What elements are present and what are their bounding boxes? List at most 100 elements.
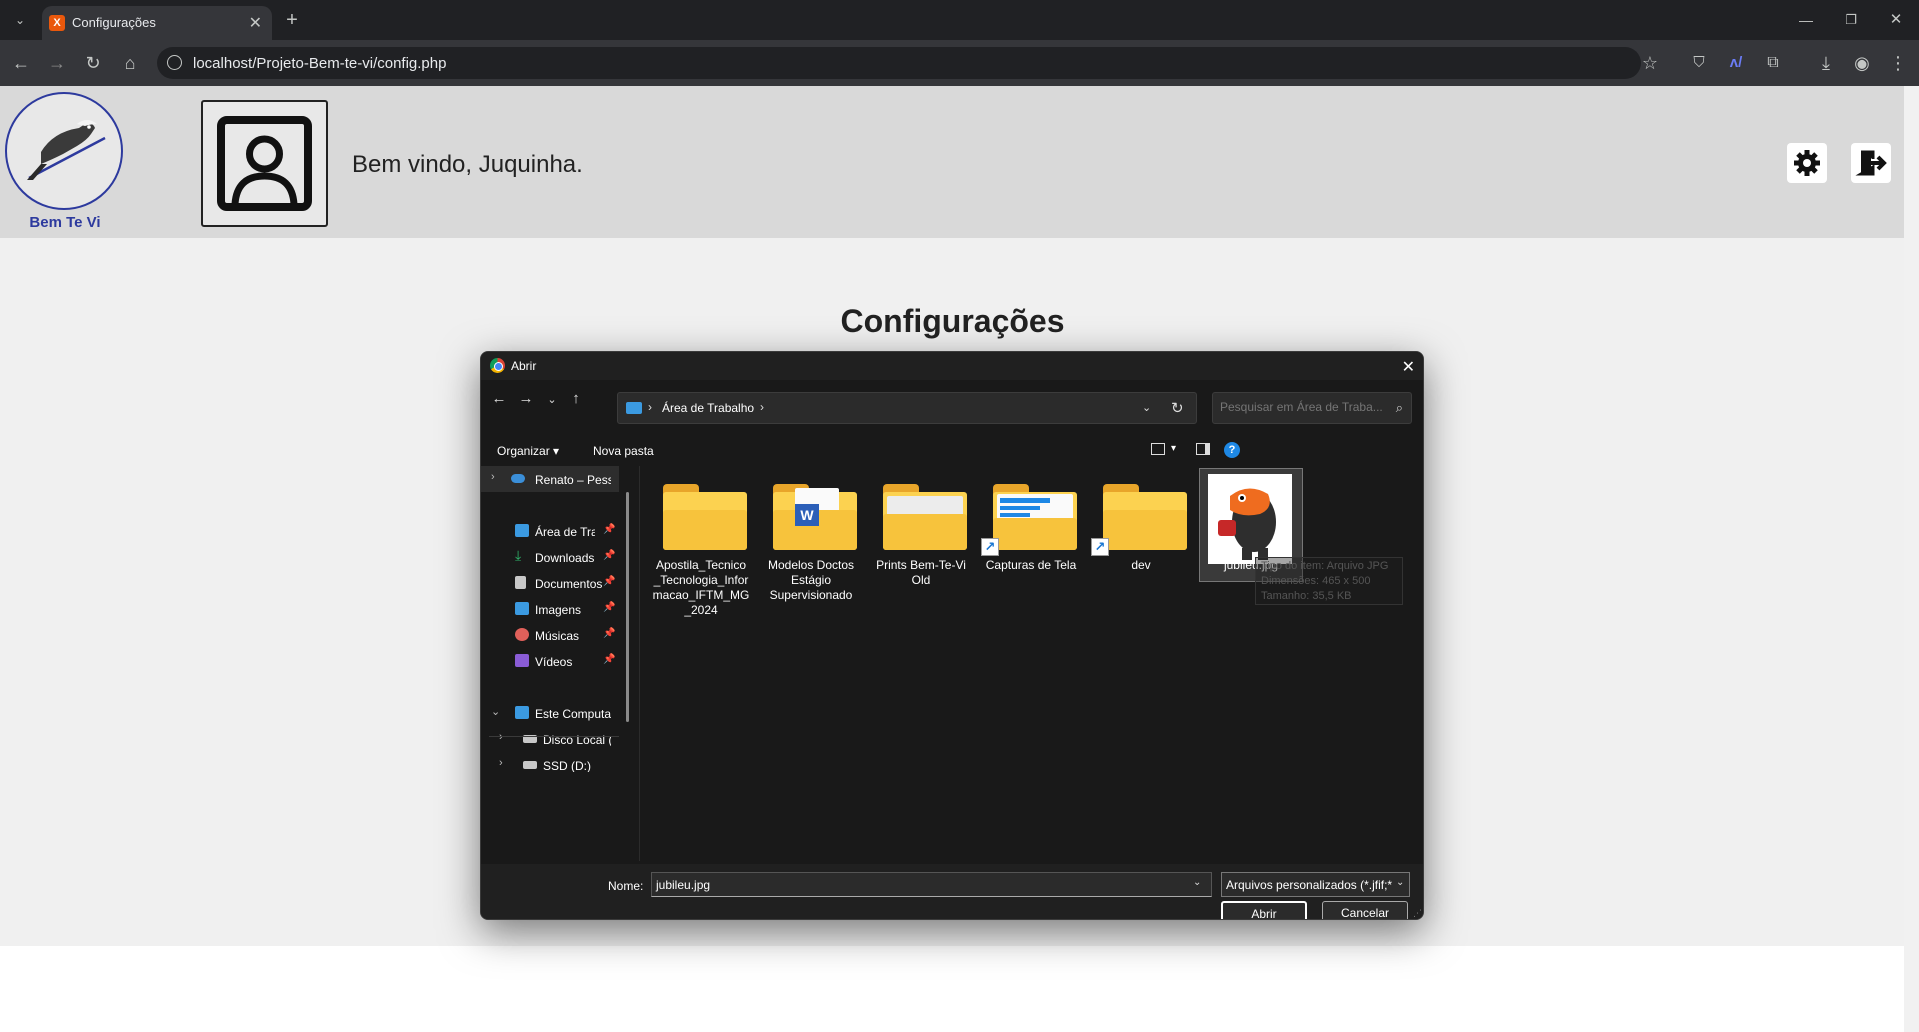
back-icon[interactable]: ← xyxy=(488,390,510,407)
file-name-line: macao_IFTM_MG xyxy=(652,588,750,602)
chevron-right-icon[interactable]: › xyxy=(499,731,503,743)
file-name-line: dev xyxy=(1131,558,1151,572)
resize-grip-icon[interactable]: ⋰ xyxy=(1413,908,1422,919)
chevron-down-icon[interactable]: ▾ xyxy=(1171,443,1176,454)
help-icon[interactable]: ? xyxy=(1224,442,1240,458)
back-icon[interactable]: ← xyxy=(9,51,33,75)
bem-te-vi-logo[interactable] xyxy=(5,92,123,210)
shortcut-arrow-icon: ↗ xyxy=(1091,538,1109,556)
nav-item-label: Imagens xyxy=(535,603,582,617)
nav-item-onedrive[interactable]: › Renato – Pessoal xyxy=(481,466,619,492)
file-item-capturas[interactable]: ↗ Capturas de Tela xyxy=(979,472,1083,612)
chevron-down-icon[interactable]: ⌄ xyxy=(1396,877,1404,888)
extensions-icon[interactable]: ⧉ xyxy=(1761,51,1785,75)
minimize-icon[interactable]: — xyxy=(1794,8,1818,32)
up-folder-icon[interactable]: ↑ xyxy=(565,390,587,407)
page-scrollbar[interactable] xyxy=(1904,86,1919,1032)
nav-item-label: SSD (D:) xyxy=(543,759,591,772)
desktop-icon xyxy=(515,524,529,537)
file-item-apostila[interactable]: Apostila_Tecnico _Tecnologia_Infor macao… xyxy=(649,472,753,617)
address-bar[interactable]: localhost/Projeto-Bem-te-vi/config.php xyxy=(157,47,1641,79)
close-icon[interactable]: ✕ xyxy=(249,13,262,33)
home-icon[interactable]: ⌂ xyxy=(118,51,142,75)
chevron-right-icon[interactable]: › xyxy=(499,757,503,769)
file-name-input[interactable]: jubileu.jpg xyxy=(651,872,1212,897)
tooltip-size: Tamanho: 35,5 KB xyxy=(1261,590,1352,602)
desktop-icon xyxy=(626,402,642,414)
page-title: Configurações xyxy=(840,303,1065,339)
nav-item-label: Downloads xyxy=(535,551,595,565)
cancel-button[interactable]: Cancelar xyxy=(1322,901,1408,919)
file-item-modelos[interactable]: W Modelos Doctos Estágio Supervisionado xyxy=(759,472,863,612)
forward-icon[interactable]: → xyxy=(45,51,69,75)
shield-extension-icon[interactable]: ⛉ xyxy=(1687,51,1711,75)
site-info-icon[interactable] xyxy=(167,55,182,70)
profile-picture[interactable] xyxy=(201,100,328,227)
file-item-prints[interactable]: Prints Bem-Te-Vi Old xyxy=(869,472,973,612)
pin-icon: 📌 xyxy=(603,654,616,665)
nav-item-music[interactable]: Músicas 📌 xyxy=(481,622,619,648)
file-name-line: Supervisionado xyxy=(769,588,853,602)
file-name-line: Old xyxy=(911,573,931,587)
new-tab-icon[interactable]: + xyxy=(280,8,304,32)
logout-button[interactable] xyxy=(1851,143,1891,183)
restore-icon[interactable]: ❐ xyxy=(1839,8,1863,32)
browser-tab[interactable]: X Configurações ✕ xyxy=(42,6,272,40)
nav-item-label: Músicas xyxy=(535,629,580,643)
chevron-down-icon[interactable]: ⌄ xyxy=(491,705,500,718)
nav-item-this-pc[interactable]: ⌄ Este Computador xyxy=(481,700,619,726)
breadcrumb-address-bar[interactable]: › Área de Trabalho › ⌄ ↻ xyxy=(617,392,1197,424)
dialog-footer: Nome: jubileu.jpg ⌄ Arquivos personaliza… xyxy=(481,864,1423,919)
bookmark-star-icon[interactable]: ☆ xyxy=(1638,51,1662,75)
file-name-line: _2024 xyxy=(684,603,718,617)
dialog-close-icon[interactable]: ✕ xyxy=(1402,357,1415,377)
nav-item-videos[interactable]: Vídeos 📌 xyxy=(481,648,619,674)
window-close-icon[interactable]: ✕ xyxy=(1884,8,1908,32)
menu-icon[interactable]: ⋮ xyxy=(1886,51,1910,75)
folder-icon xyxy=(993,484,1077,550)
nav-item-pictures[interactable]: Imagens 📌 xyxy=(481,596,619,622)
word-document-icon: W xyxy=(795,504,819,526)
tab-title: Configurações xyxy=(72,15,156,30)
chevron-down-icon[interactable]: ⌄ xyxy=(1193,877,1201,888)
nav-item-documents[interactable]: Documentos 📌 xyxy=(481,570,619,596)
nav-scrollbar[interactable] xyxy=(626,492,629,722)
pin-icon: 📌 xyxy=(603,550,616,561)
forward-icon[interactable]: → xyxy=(515,390,537,407)
tab-strip: ⌄ X Configurações ✕ + — ❐ ✕ xyxy=(0,0,1919,40)
search-box[interactable]: ⌕ xyxy=(1212,392,1412,424)
new-folder-button[interactable]: Nova pasta xyxy=(593,444,654,458)
chrome-logo-icon xyxy=(490,358,505,373)
file-name: Capturas de Tela xyxy=(981,558,1081,573)
profile-avatar-icon[interactable]: ◉ xyxy=(1850,51,1874,75)
open-button[interactable]: Abrir xyxy=(1221,901,1307,919)
file-name-line: Prints Bem-Te-Vi xyxy=(876,558,966,572)
refresh-icon[interactable]: ↻ xyxy=(1171,399,1184,417)
tooltip-type: Tipo do item: Arquivo JPG xyxy=(1261,560,1389,572)
view-options-icon[interactable] xyxy=(1151,443,1165,455)
tab-search-icon[interactable]: ⌄ xyxy=(8,8,32,32)
nav-item-desktop[interactable]: Área de Trabalho 📌 xyxy=(481,518,619,544)
recent-locations-icon[interactable]: ⌄ xyxy=(541,393,563,406)
cloud-icon xyxy=(511,474,525,483)
reload-icon[interactable]: ↻ xyxy=(81,51,105,75)
file-item-dev[interactable]: ↗ dev xyxy=(1089,472,1193,612)
tooltip-dimensions: Dimensões: 465 x 500 xyxy=(1261,575,1371,587)
preview-pane-icon[interactable] xyxy=(1196,443,1210,455)
file-info-tooltip: Tipo do item: Arquivo JPG Dimensões: 465… xyxy=(1255,557,1403,605)
nav-item-local-disk[interactable]: › Disco Local (C:) xyxy=(481,726,619,752)
chevron-right-icon[interactable]: › xyxy=(760,400,764,414)
settings-button[interactable] xyxy=(1787,143,1827,183)
downloads-icon[interactable]: ⤓ xyxy=(1814,51,1838,75)
file-type-select[interactable]: Arquivos personalizados (*.jfif;* xyxy=(1221,872,1410,897)
nav-item-downloads[interactable]: ⤓ Downloads 📌 xyxy=(481,544,619,570)
chevron-right-icon[interactable]: › xyxy=(491,471,495,483)
breadcrumb-desktop[interactable]: Área de Trabalho xyxy=(662,401,754,415)
chevron-down-icon[interactable]: ⌄ xyxy=(1142,401,1151,414)
nav-divider xyxy=(489,736,619,737)
file-item-jubileu[interactable]: jubileu.jpg Tipo do item: Arquivo JPG Di… xyxy=(1199,468,1403,612)
ai-extension-icon[interactable]: ʌ/ xyxy=(1724,51,1748,75)
search-input[interactable] xyxy=(1220,400,1385,414)
organize-button[interactable]: Organizar ▾ xyxy=(497,444,559,458)
nav-item-ssd[interactable]: › SSD (D:) xyxy=(481,752,619,772)
